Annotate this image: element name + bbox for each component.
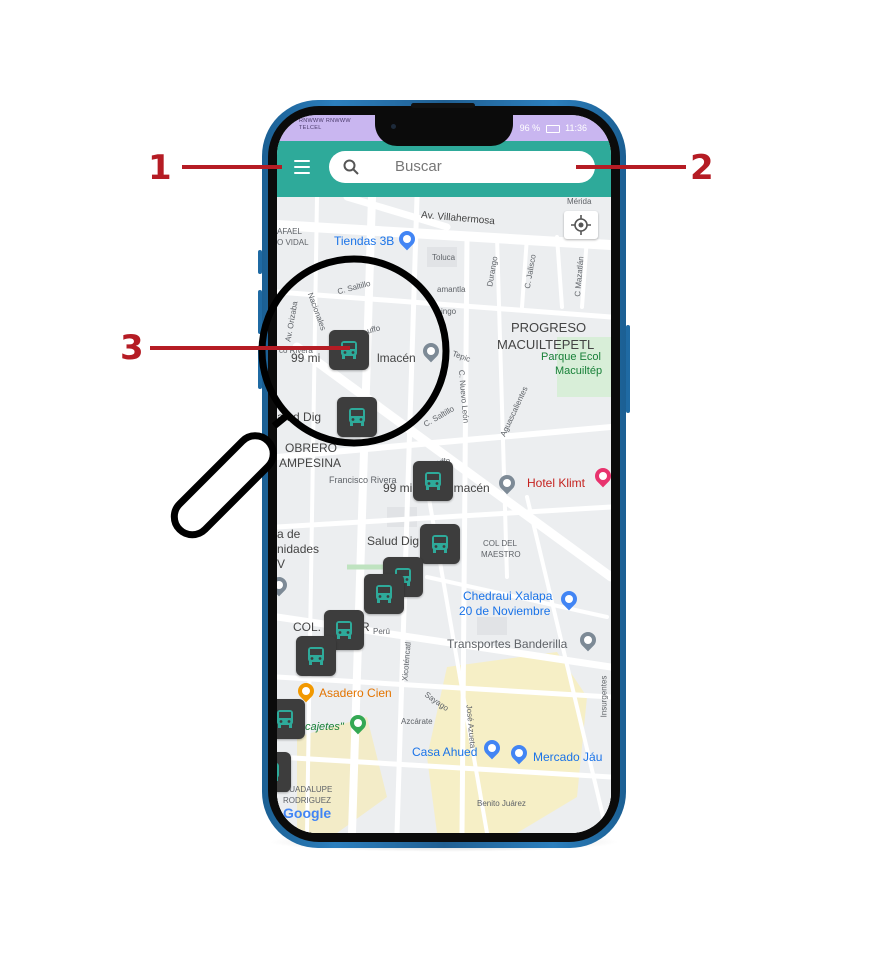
poi-label[interactable]: 20 de Noviembre bbox=[459, 604, 550, 618]
map-label: Insurgentes bbox=[599, 675, 609, 718]
bus-marker[interactable] bbox=[364, 574, 404, 614]
map-label: PROGRESO bbox=[511, 320, 587, 335]
google-logo: Google bbox=[283, 805, 332, 821]
poi-label[interactable]: Chedraui Xalapa bbox=[463, 589, 552, 603]
battery-level: 96 % bbox=[519, 123, 541, 133]
map-label: Azcárate bbox=[401, 717, 433, 726]
power-button bbox=[626, 325, 630, 413]
callout-line-2 bbox=[576, 165, 686, 169]
bus-marker[interactable] bbox=[296, 636, 336, 676]
poi-label[interactable]: Tiendas 3B bbox=[334, 234, 394, 248]
map-label: Benito Juárez bbox=[477, 799, 526, 808]
my-location-button[interactable] bbox=[564, 211, 598, 239]
map-label: O VIDAL bbox=[277, 238, 309, 247]
poi-label[interactable]: Casa Ahued bbox=[412, 745, 477, 759]
bus-marker[interactable] bbox=[277, 752, 291, 792]
map-label: Perú bbox=[373, 627, 390, 636]
callout-number-2: 2 bbox=[690, 148, 714, 188]
carrier-info: RNWWW RNWWW TELCEL bbox=[299, 118, 351, 132]
callout-line-3 bbox=[150, 346, 350, 350]
search-icon bbox=[343, 159, 359, 175]
carrier-name: TELCEL bbox=[299, 125, 322, 131]
app-bar: Buscar bbox=[277, 141, 611, 197]
poi-label[interactable]: Hotel Klimt bbox=[527, 476, 585, 490]
bus-icon bbox=[336, 621, 352, 639]
map-label: COL DEL bbox=[483, 539, 517, 548]
poi-label[interactable]: Asadero Cien bbox=[319, 686, 392, 700]
map-label: AFAEL bbox=[277, 227, 302, 236]
magnifying-glass-icon bbox=[170, 255, 450, 539]
callout-number-3: 3 bbox=[120, 328, 144, 368]
bus-icon bbox=[277, 710, 293, 728]
status-right: 96 % 11:36 bbox=[520, 123, 587, 133]
search-bar[interactable]: Buscar bbox=[329, 151, 595, 183]
search-input[interactable]: Buscar bbox=[395, 158, 442, 175]
poi-label[interactable]: Transportes Banderilla bbox=[447, 637, 567, 651]
poi-label[interactable]: Mercado Jáu bbox=[533, 750, 602, 764]
bus-icon bbox=[308, 647, 324, 665]
front-camera bbox=[391, 124, 396, 129]
bus-icon bbox=[376, 585, 392, 603]
phone-speaker bbox=[411, 103, 475, 108]
map-label: MAESTRO bbox=[481, 550, 521, 559]
map-label: Mérida bbox=[567, 197, 592, 206]
bus-marker[interactable] bbox=[277, 699, 305, 739]
callout-line-1 bbox=[182, 165, 282, 169]
map-label: RODRIGUEZ bbox=[283, 796, 331, 805]
poi-label[interactable]: Macuiltép bbox=[555, 365, 602, 377]
my-location-icon bbox=[571, 215, 591, 235]
bus-icon bbox=[277, 763, 279, 781]
callout-number-1: 1 bbox=[148, 148, 172, 188]
clock: 11:36 bbox=[565, 123, 587, 133]
map-label: COL. bbox=[293, 620, 322, 634]
menu-button[interactable] bbox=[291, 157, 313, 177]
poi-label[interactable]: Parque Ecol bbox=[541, 351, 601, 363]
map-label: MACUILTEPETL bbox=[497, 337, 595, 352]
poi-label[interactable]: cajetes" bbox=[305, 721, 344, 733]
carrier-name-top: RNWWW RNWWW bbox=[299, 118, 351, 124]
battery-icon bbox=[545, 124, 560, 133]
